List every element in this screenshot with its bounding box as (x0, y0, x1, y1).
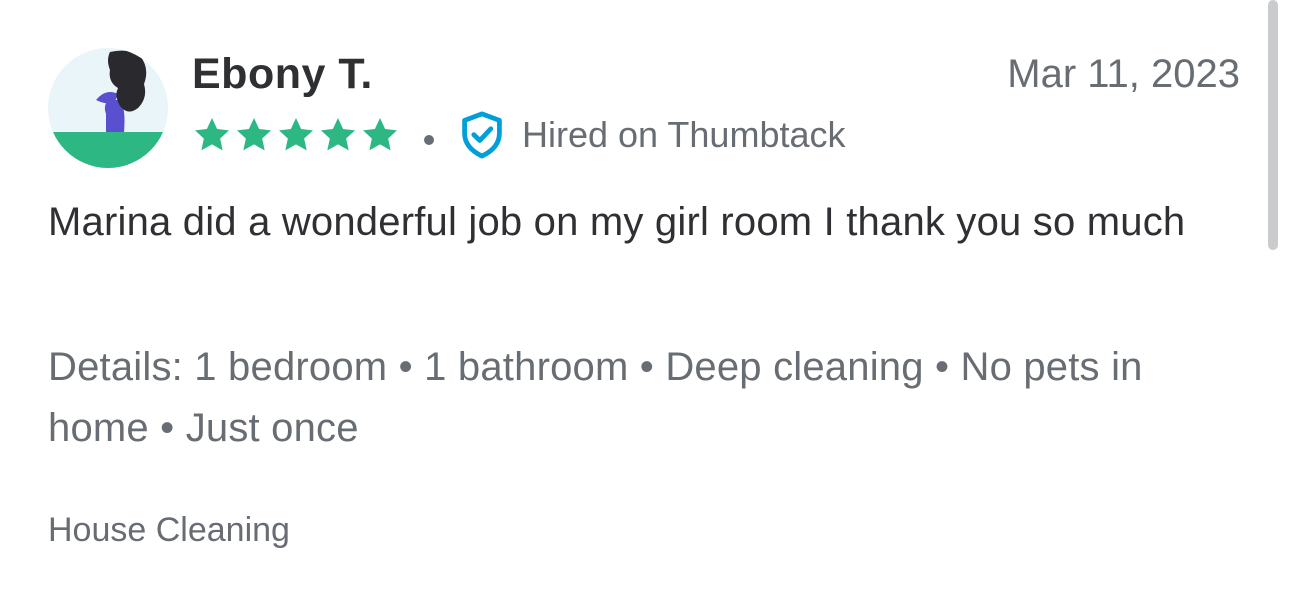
service-category: House Cleaning (48, 511, 290, 549)
reviewer-name: Ebony T. (192, 50, 373, 98)
avatar-illustration (48, 48, 168, 168)
star-icon (279, 118, 313, 151)
hired-badge-label: Hired on Thumbtack (522, 114, 846, 155)
review-meta: Hired on Thumbtack (192, 111, 846, 159)
star-icon (237, 118, 271, 151)
star-rating (192, 115, 400, 155)
review-details: Details: 1 bedroom • 1 bathroom • Deep c… (48, 345, 1143, 450)
star-icon (321, 118, 355, 151)
separator-dot (424, 135, 434, 145)
scrollbar[interactable] (1268, 0, 1278, 250)
review-body: Marina did a wonderful job on my girl ro… (48, 200, 1186, 244)
review-date: Mar 11, 2023 (1007, 52, 1240, 96)
reviewer-avatar (48, 48, 168, 168)
star-icon (195, 118, 229, 151)
star-icon (363, 118, 397, 151)
shield-check-icon (462, 111, 502, 159)
